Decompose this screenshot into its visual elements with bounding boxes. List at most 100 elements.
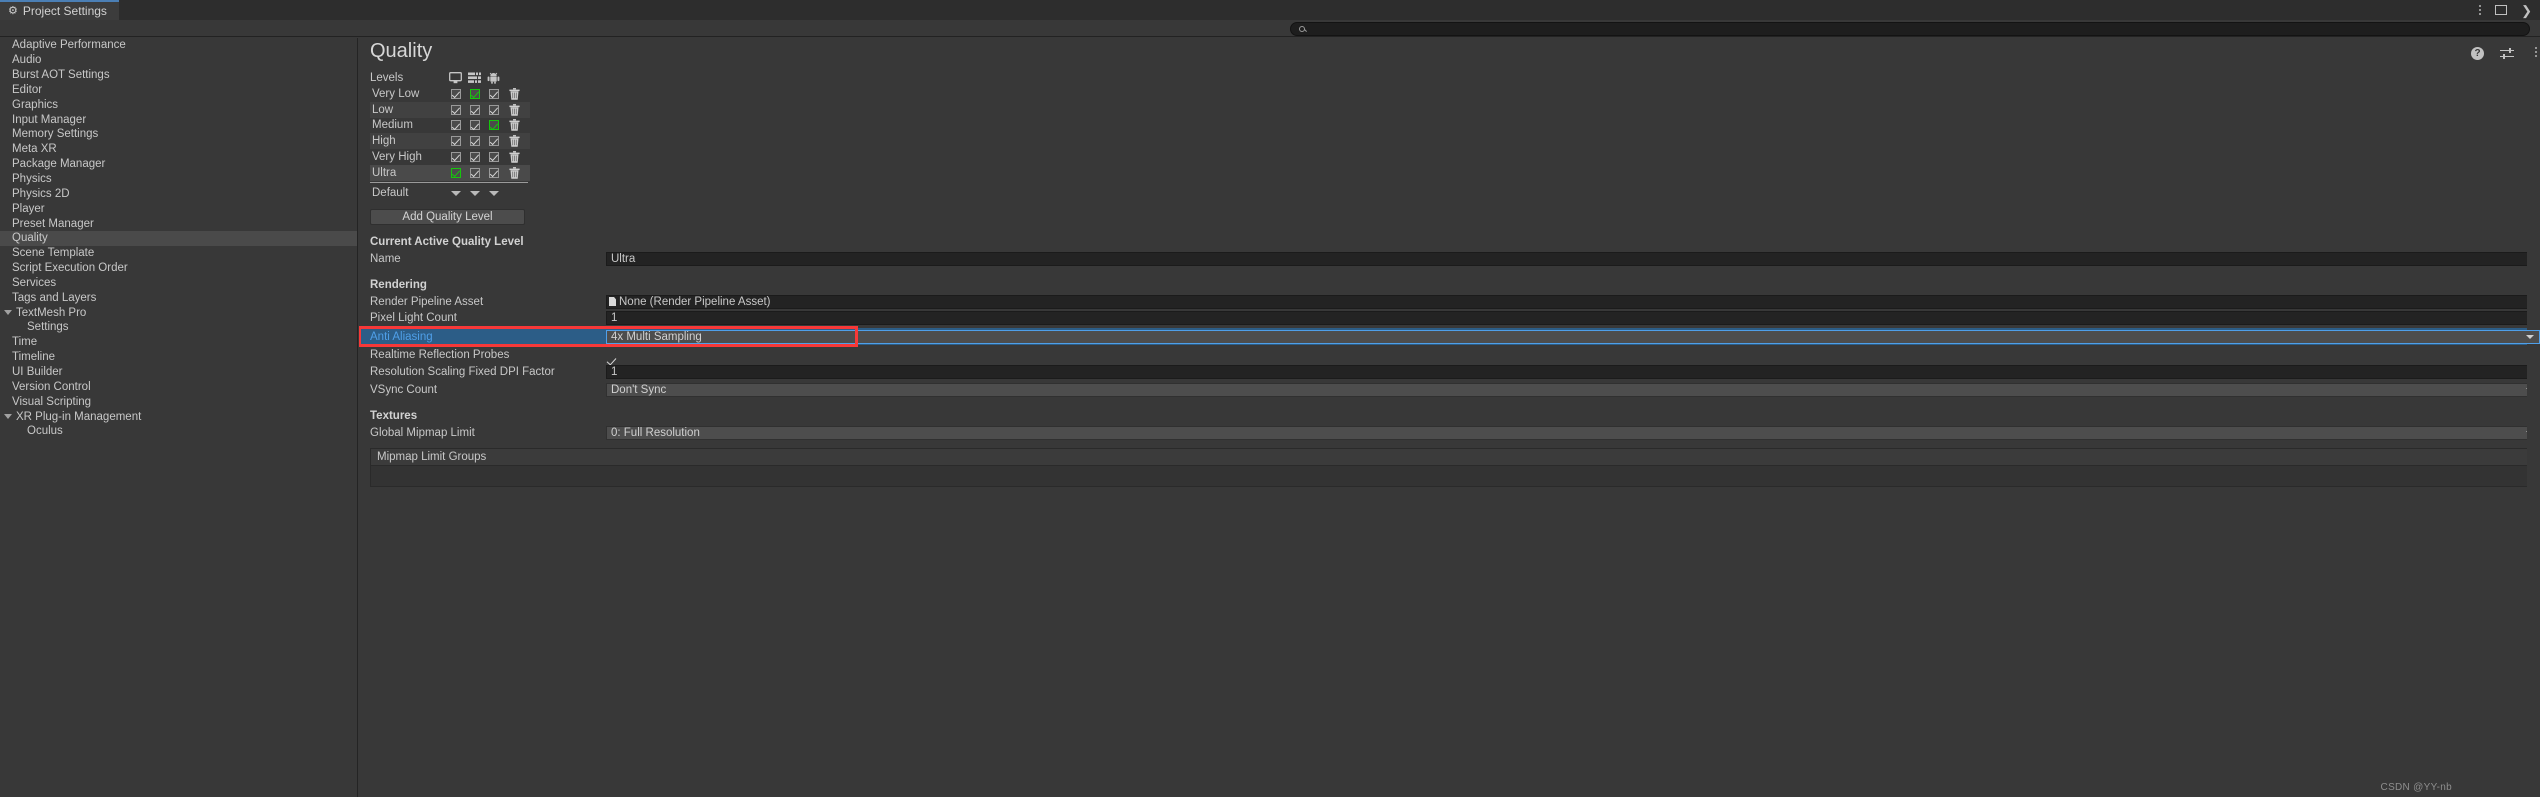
quality-level-checkbox[interactable] xyxy=(488,104,499,115)
delete-quality-level-button[interactable] xyxy=(503,87,525,100)
sidebar-item-time[interactable]: Time xyxy=(0,335,357,350)
sidebar-item-package-manager[interactable]: Package Manager xyxy=(0,157,357,172)
quality-level-checkbox[interactable] xyxy=(469,167,480,178)
platform-cell-android[interactable] xyxy=(484,152,503,163)
quality-level-checkbox[interactable] xyxy=(469,120,480,131)
chevron-down-icon[interactable] xyxy=(4,310,12,316)
platform-cell-standalone[interactable] xyxy=(446,167,465,178)
sidebar-item-input-manager[interactable]: Input Manager xyxy=(0,112,357,127)
platform-cell-android[interactable] xyxy=(484,167,503,178)
default-android-dropdown[interactable] xyxy=(484,190,503,196)
sidebar-item-adaptive-performance[interactable]: Adaptive Performance xyxy=(0,38,357,53)
quality-level-checkbox[interactable] xyxy=(488,136,499,147)
platform-cell-server[interactable] xyxy=(465,136,484,147)
sidebar-item-oculus[interactable]: Oculus xyxy=(0,424,357,439)
name-input[interactable]: Ultra xyxy=(606,252,2540,267)
sidebar-item-tags-and-layers[interactable]: Tags and Layers xyxy=(0,290,357,305)
server-icon[interactable] xyxy=(465,72,484,84)
platform-cell-standalone[interactable] xyxy=(446,88,465,99)
vsync-count-dropdown[interactable]: Don't Sync xyxy=(606,383,2540,398)
platform-cell-android[interactable] xyxy=(484,136,503,147)
sidebar-item-timeline[interactable]: Timeline xyxy=(0,350,357,365)
platform-cell-server[interactable] xyxy=(465,167,484,178)
sidebar-item-player[interactable]: Player xyxy=(0,201,357,216)
search-input[interactable] xyxy=(1310,23,2417,35)
quality-level-row[interactable]: Very High xyxy=(370,149,530,165)
platform-cell-android[interactable] xyxy=(484,88,503,99)
default-standalone-dropdown[interactable] xyxy=(446,190,465,196)
delete-quality-level-button[interactable] xyxy=(503,166,525,179)
global-mipmap-limit-dropdown[interactable]: 0: Full Resolution xyxy=(606,425,2540,440)
close-icon[interactable]: ❯ xyxy=(2521,4,2532,17)
delete-quality-level-button[interactable] xyxy=(503,119,525,132)
sidebar-item-physics-2d[interactable]: Physics 2D xyxy=(0,186,357,201)
sidebar-item-textmesh-pro[interactable]: TextMesh Pro xyxy=(0,305,357,320)
sidebar-item-physics[interactable]: Physics xyxy=(0,172,357,187)
maximize-icon[interactable] xyxy=(2495,5,2508,15)
platform-cell-standalone[interactable] xyxy=(446,152,465,163)
quality-level-row[interactable]: High xyxy=(370,133,530,150)
quality-level-row[interactable]: Ultra xyxy=(370,164,530,181)
quality-level-checkbox[interactable] xyxy=(450,152,461,163)
quality-level-checkbox[interactable] xyxy=(469,136,480,147)
delete-quality-level-button[interactable] xyxy=(503,103,525,116)
sidebar-item-ui-builder[interactable]: UI Builder xyxy=(0,365,357,380)
standalone-monitor-icon[interactable] xyxy=(446,72,465,84)
tab-project-settings[interactable]: ⚙ Project Settings xyxy=(0,0,119,20)
chevron-down-icon[interactable] xyxy=(4,414,12,420)
sidebar-item-graphics[interactable]: Graphics xyxy=(0,97,357,112)
sidebar-item-xr-plug-in-management[interactable]: XR Plug-in Management xyxy=(0,409,357,424)
quality-level-checkbox[interactable] xyxy=(469,152,480,163)
quality-level-checkbox[interactable] xyxy=(488,152,499,163)
platform-cell-server[interactable] xyxy=(465,88,484,99)
add-quality-level-button[interactable]: Add Quality Level xyxy=(370,208,525,225)
platform-cell-server[interactable] xyxy=(465,120,484,131)
sidebar-item-editor[interactable]: Editor xyxy=(0,83,357,98)
platform-cell-android[interactable] xyxy=(484,104,503,115)
render-pipeline-asset-object-field[interactable]: None (Render Pipeline Asset) xyxy=(606,294,2540,309)
quality-level-row[interactable]: Very Low xyxy=(370,86,530,102)
sidebar-item-services[interactable]: Services xyxy=(0,276,357,291)
quality-level-checkbox[interactable] xyxy=(469,88,480,99)
default-server-dropdown[interactable] xyxy=(465,190,484,196)
search-box[interactable] xyxy=(1290,22,2530,36)
quality-level-checkbox[interactable] xyxy=(450,88,461,99)
sidebar-item-visual-scripting[interactable]: Visual Scripting xyxy=(0,394,357,409)
sidebar-item-settings[interactable]: Settings xyxy=(0,320,357,335)
help-icon[interactable]: ? xyxy=(2471,47,2484,60)
quality-level-checkbox[interactable] xyxy=(488,120,499,131)
sidebar-item-scene-template[interactable]: Scene Template xyxy=(0,246,357,261)
quality-level-checkbox[interactable] xyxy=(488,88,499,99)
android-icon[interactable] xyxy=(484,72,503,84)
sidebar-item-preset-manager[interactable]: Preset Manager xyxy=(0,216,357,231)
delete-quality-level-button[interactable] xyxy=(503,151,525,163)
quality-level-checkbox[interactable] xyxy=(450,136,461,147)
platform-cell-standalone[interactable] xyxy=(446,120,465,131)
quality-level-row[interactable]: Medium xyxy=(370,118,530,134)
settings-sidebar[interactable]: Adaptive Performance Audio Burst AOT Setti… xyxy=(0,38,358,797)
mipmap-limit-groups-header[interactable]: Mipmap Limit Groups xyxy=(371,448,2532,466)
anti-aliasing-row[interactable]: Anti Aliasing 4x Multi Sampling xyxy=(359,326,2540,348)
sidebar-item-burst-aot-settings[interactable]: Burst AOT Settings xyxy=(0,68,357,83)
kebab-menu-icon[interactable] xyxy=(2479,5,2482,15)
platform-cell-android[interactable] xyxy=(484,120,503,131)
platform-cell-server[interactable] xyxy=(465,104,484,115)
preset-settings-icon[interactable] xyxy=(2500,47,2514,60)
quality-level-checkbox[interactable] xyxy=(488,167,499,178)
sidebar-item-quality[interactable]: Quality xyxy=(0,230,357,246)
quality-level-checkbox[interactable] xyxy=(450,104,461,115)
resolution-scaling-input[interactable]: 1 xyxy=(606,364,2540,379)
quality-level-checkbox[interactable] xyxy=(469,104,480,115)
sidebar-item-version-control[interactable]: Version Control xyxy=(0,379,357,394)
platform-cell-server[interactable] xyxy=(465,152,484,163)
pixel-light-count-input[interactable]: 1 xyxy=(606,311,2540,326)
delete-quality-level-button[interactable] xyxy=(503,135,525,147)
sidebar-item-memory-settings[interactable]: Memory Settings xyxy=(0,127,357,142)
panel-kebab-icon[interactable] xyxy=(2535,47,2537,57)
platform-cell-standalone[interactable] xyxy=(446,104,465,115)
quality-level-row[interactable]: Low xyxy=(370,101,530,118)
quality-level-checkbox[interactable] xyxy=(450,120,461,131)
sidebar-item-audio[interactable]: Audio xyxy=(0,53,357,68)
sidebar-item-meta-xr[interactable]: Meta XR xyxy=(0,142,357,157)
sidebar-item-script-execution-order[interactable]: Script Execution Order xyxy=(0,261,357,276)
